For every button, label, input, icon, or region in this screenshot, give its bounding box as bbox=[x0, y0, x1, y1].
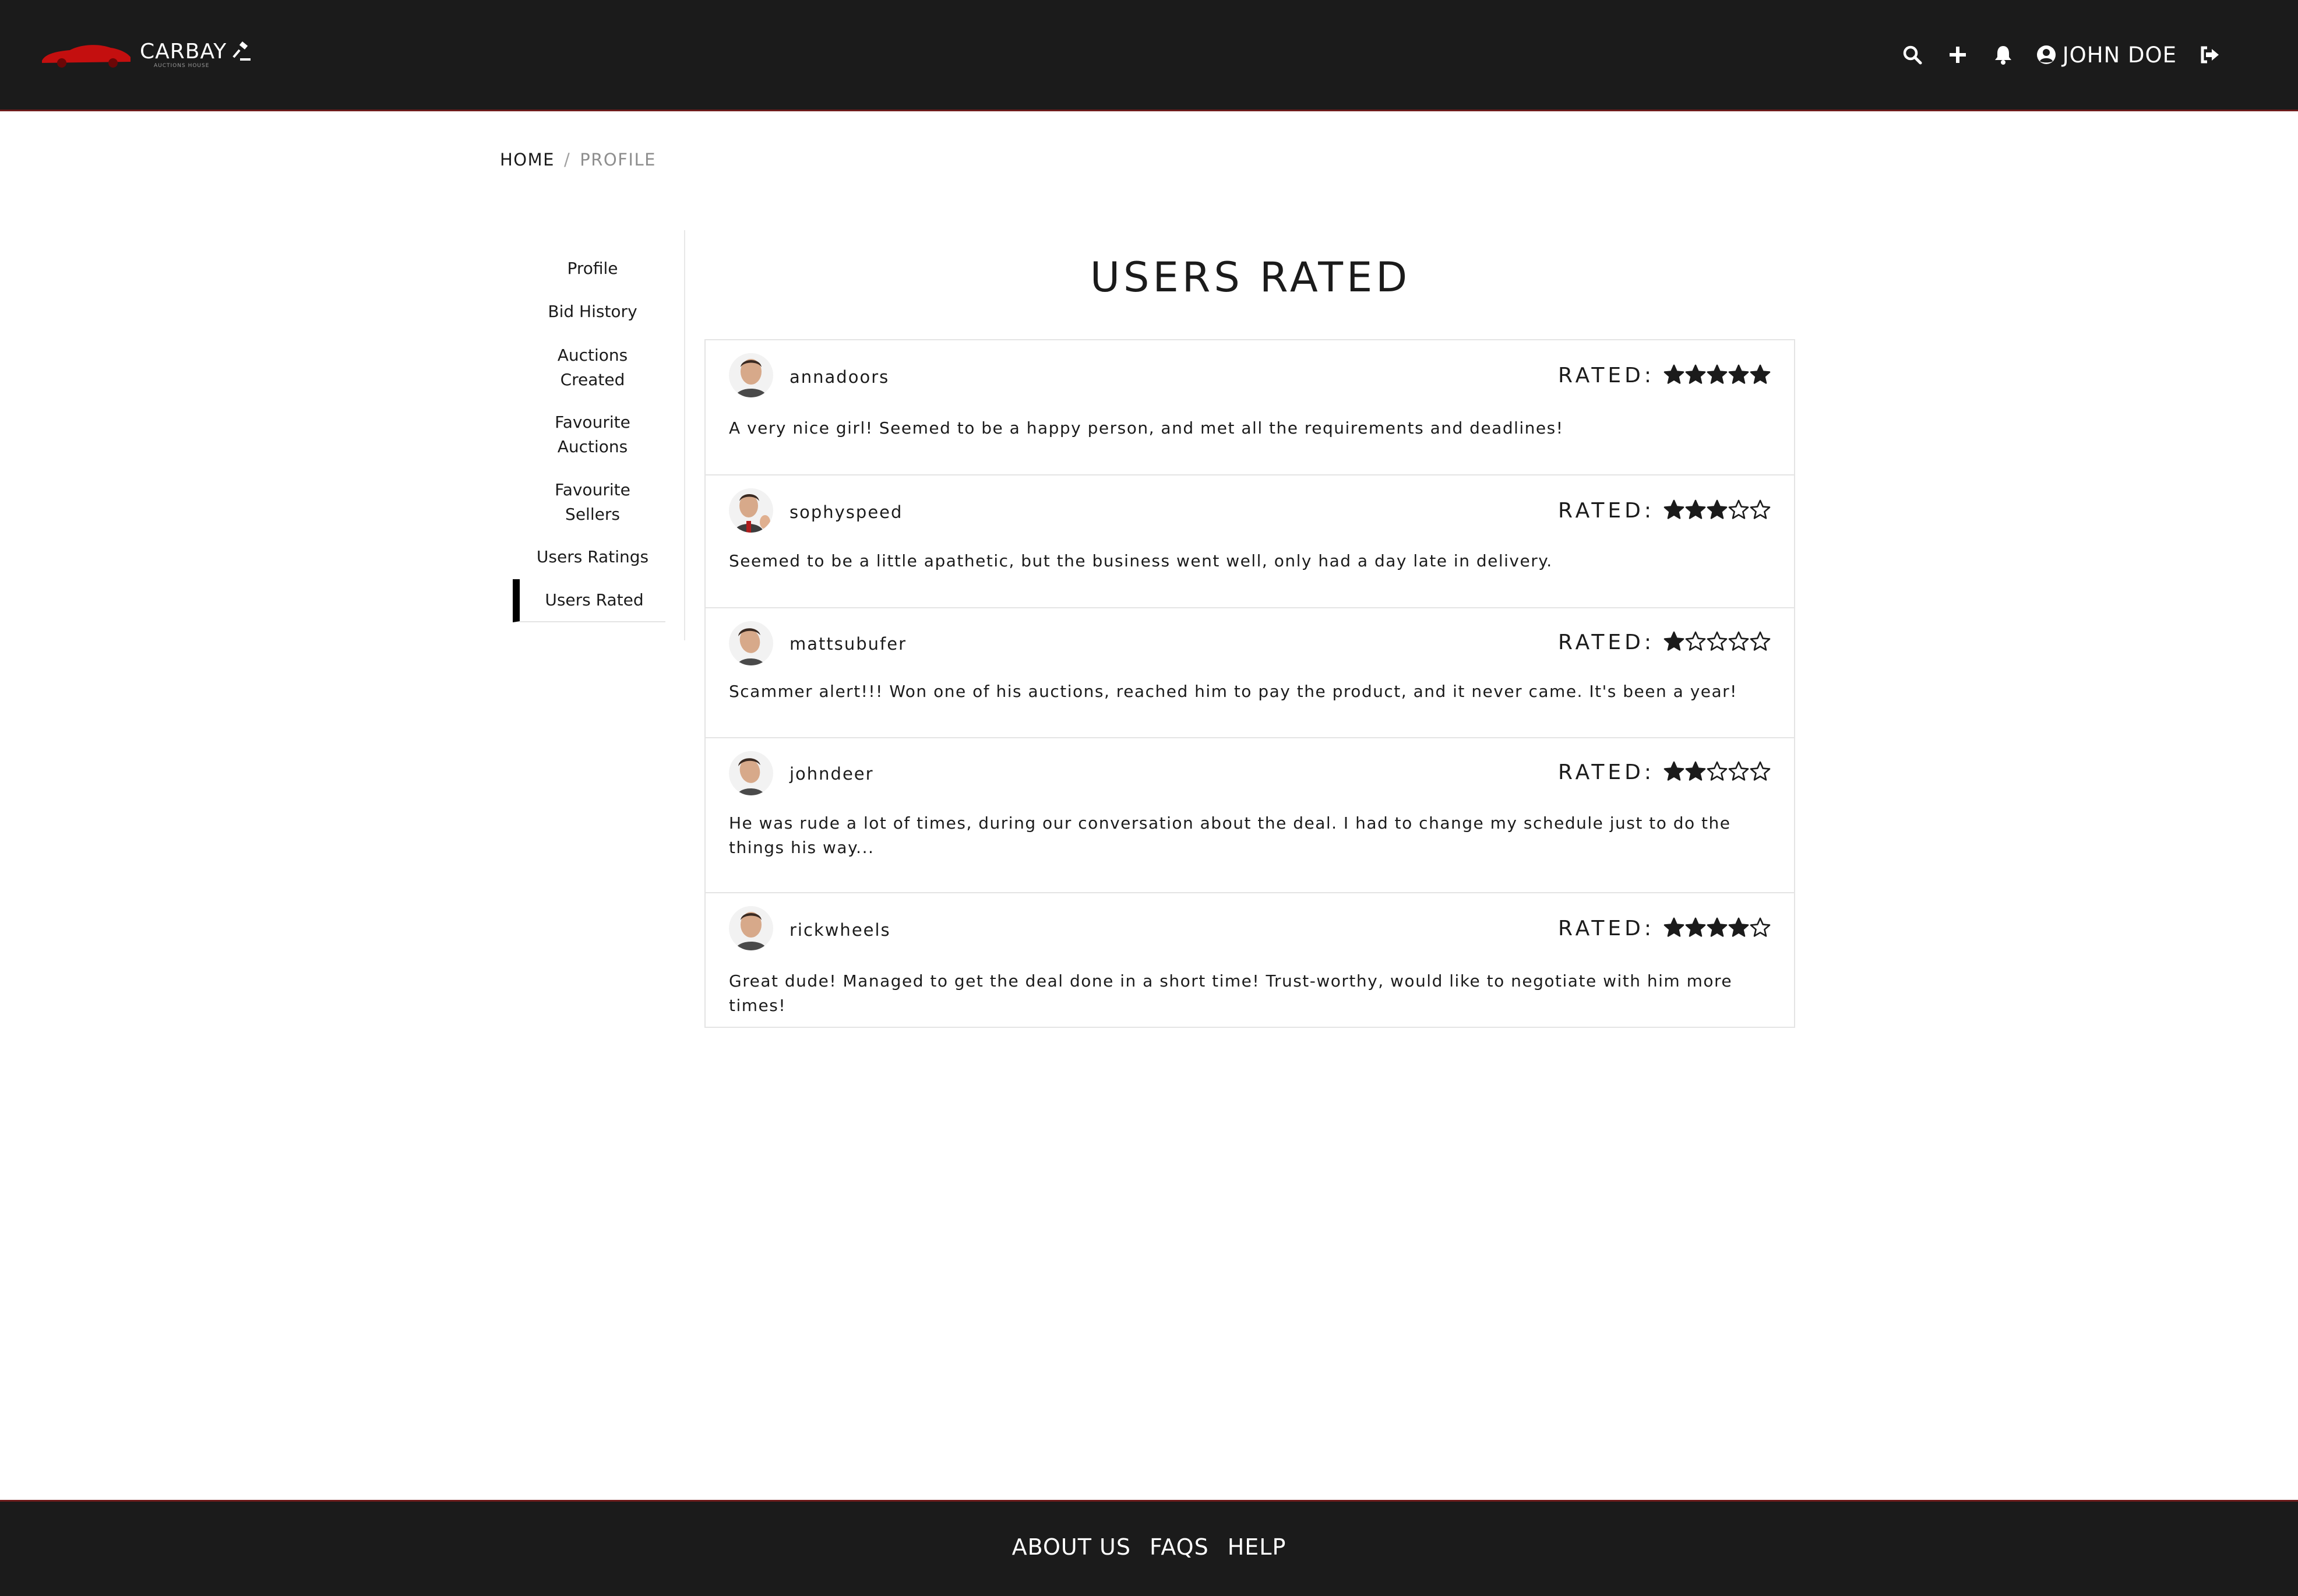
star-rating bbox=[1663, 631, 1771, 654]
rating-card: johndeer RATED: He was rude a lot of tim… bbox=[706, 738, 1794, 893]
star-empty-icon bbox=[1750, 631, 1771, 651]
rating-comment: A very nice girl! Seemed to be a happy p… bbox=[729, 418, 1564, 438]
user-circle-icon bbox=[2036, 45, 2056, 64]
brand-name: CARBAY bbox=[140, 40, 227, 64]
avatar[interactable] bbox=[729, 353, 773, 397]
star-rating bbox=[1663, 761, 1771, 784]
rated-label: RATED: bbox=[1558, 630, 1655, 654]
star-empty-icon bbox=[1685, 631, 1706, 651]
footer-links: ABOUT US FAQS HELP bbox=[0, 1534, 2298, 1560]
logout-icon[interactable] bbox=[2197, 42, 2222, 68]
footer-link-help[interactable]: HELP bbox=[1228, 1534, 1287, 1560]
star-filled-icon bbox=[1663, 631, 1684, 651]
rating-display: RATED: bbox=[1558, 499, 1771, 523]
rating-comment: He was rude a lot of times, during our c… bbox=[729, 813, 1731, 857]
rating-display: RATED: bbox=[1558, 630, 1771, 654]
avatar[interactable] bbox=[729, 488, 773, 533]
star-empty-icon bbox=[1728, 499, 1749, 519]
star-empty-icon bbox=[1707, 761, 1728, 781]
breadcrumb-current: PROFILE bbox=[580, 150, 656, 170]
star-filled-icon bbox=[1685, 917, 1706, 937]
rating-display: RATED: bbox=[1558, 760, 1771, 784]
star-filled-icon bbox=[1750, 364, 1771, 384]
sidebar-item-favourite-auctions[interactable]: Favourite Auctions bbox=[549, 410, 636, 459]
gavel-icon bbox=[232, 41, 251, 61]
star-filled-icon bbox=[1685, 364, 1706, 384]
star-empty-icon bbox=[1750, 917, 1771, 937]
profile-sidebar: Profile Bid History Auctions Created Fav… bbox=[513, 230, 685, 640]
user-name: JOHN DOE bbox=[2062, 42, 2177, 68]
avatar[interactable] bbox=[729, 621, 773, 665]
rating-card: sophyspeed RATED: Seemed to be a little … bbox=[706, 475, 1794, 608]
search-icon[interactable] bbox=[1899, 42, 1925, 68]
footer-link-about-us[interactable]: ABOUT US bbox=[1012, 1534, 1131, 1560]
star-empty-icon bbox=[1707, 631, 1728, 651]
rated-username[interactable]: sophyspeed bbox=[790, 502, 903, 522]
star-filled-icon bbox=[1663, 364, 1684, 384]
plus-icon[interactable] bbox=[1945, 42, 1971, 68]
header-actions: JOHN DOE bbox=[1880, 36, 2222, 73]
rating-display: RATED: bbox=[1558, 364, 1771, 387]
rated-label: RATED: bbox=[1558, 760, 1655, 784]
star-empty-icon bbox=[1750, 499, 1771, 519]
rated-username[interactable]: johndeer bbox=[790, 764, 874, 784]
star-filled-icon bbox=[1707, 917, 1728, 937]
brand-tagline: AUCTIONS HOUSE bbox=[154, 63, 210, 69]
star-filled-icon bbox=[1707, 499, 1728, 519]
star-filled-icon bbox=[1685, 499, 1706, 519]
rated-label: RATED: bbox=[1558, 499, 1655, 523]
star-filled-icon bbox=[1728, 917, 1749, 937]
ratings-list: annadoors RATED: A very nice girl! Seeme… bbox=[704, 339, 1795, 1028]
rating-comment: Seemed to be a little apathetic, but the… bbox=[729, 551, 1553, 570]
star-rating bbox=[1663, 364, 1771, 387]
footer: ABOUT US FAQS HELP bbox=[0, 1500, 2298, 1596]
rating-card: rickwheels RATED: Great dude! Managed to… bbox=[706, 893, 1794, 1027]
bell-icon[interactable] bbox=[1990, 42, 2016, 68]
star-empty-icon bbox=[1728, 761, 1749, 781]
rated-username[interactable]: mattsubufer bbox=[790, 634, 907, 654]
rating-card: annadoors RATED: A very nice girl! Seeme… bbox=[706, 340, 1794, 475]
rating-display: RATED: bbox=[1558, 917, 1771, 940]
star-rating bbox=[1663, 917, 1771, 940]
rated-label: RATED: bbox=[1558, 364, 1655, 387]
rating-card: mattsubufer RATED: Scammer alert!!! Won … bbox=[706, 608, 1794, 738]
avatar[interactable] bbox=[729, 906, 773, 950]
sidebar-item-users-rated[interactable]: Users Rated bbox=[513, 579, 665, 622]
footer-link-faqs[interactable]: FAQS bbox=[1150, 1534, 1209, 1560]
rated-label: RATED: bbox=[1558, 917, 1655, 940]
rated-username[interactable]: rickwheels bbox=[790, 920, 891, 940]
avatar[interactable] bbox=[729, 751, 773, 795]
breadcrumb-home[interactable]: HOME bbox=[500, 150, 555, 170]
star-filled-icon bbox=[1663, 917, 1684, 937]
sidebar-item-auctions-created[interactable]: Auctions Created bbox=[549, 343, 636, 392]
sidebar-item-users-ratings[interactable]: Users Ratings bbox=[513, 545, 672, 569]
rating-comment: Scammer alert!!! Won one of his auctions… bbox=[729, 682, 1737, 701]
rated-username[interactable]: annadoors bbox=[790, 367, 889, 387]
star-empty-icon bbox=[1750, 761, 1771, 781]
sidebar-item-profile[interactable]: Profile bbox=[513, 256, 672, 281]
star-rating bbox=[1663, 499, 1771, 523]
rating-comment: Great dude! Managed to get the deal done… bbox=[729, 971, 1733, 1015]
breadcrumb-separator: / bbox=[563, 150, 571, 170]
page-title: USERS RATED bbox=[1090, 253, 1411, 301]
breadcrumb: HOME / PROFILE bbox=[500, 150, 656, 170]
car-logo-icon bbox=[42, 45, 131, 68]
star-filled-icon bbox=[1663, 761, 1684, 781]
top-navbar: CARBAY AUCTIONS HOUSE JOHN DOE bbox=[0, 0, 2298, 111]
user-menu[interactable]: JOHN DOE bbox=[2036, 43, 2177, 68]
star-empty-icon bbox=[1728, 631, 1749, 651]
star-filled-icon bbox=[1728, 364, 1749, 384]
sidebar-item-favourite-sellers[interactable]: Favourite Sellers bbox=[549, 478, 636, 527]
star-filled-icon bbox=[1707, 364, 1728, 384]
star-filled-icon bbox=[1663, 499, 1684, 519]
sidebar-item-bid-history[interactable]: Bid History bbox=[513, 300, 672, 324]
star-filled-icon bbox=[1685, 761, 1706, 781]
